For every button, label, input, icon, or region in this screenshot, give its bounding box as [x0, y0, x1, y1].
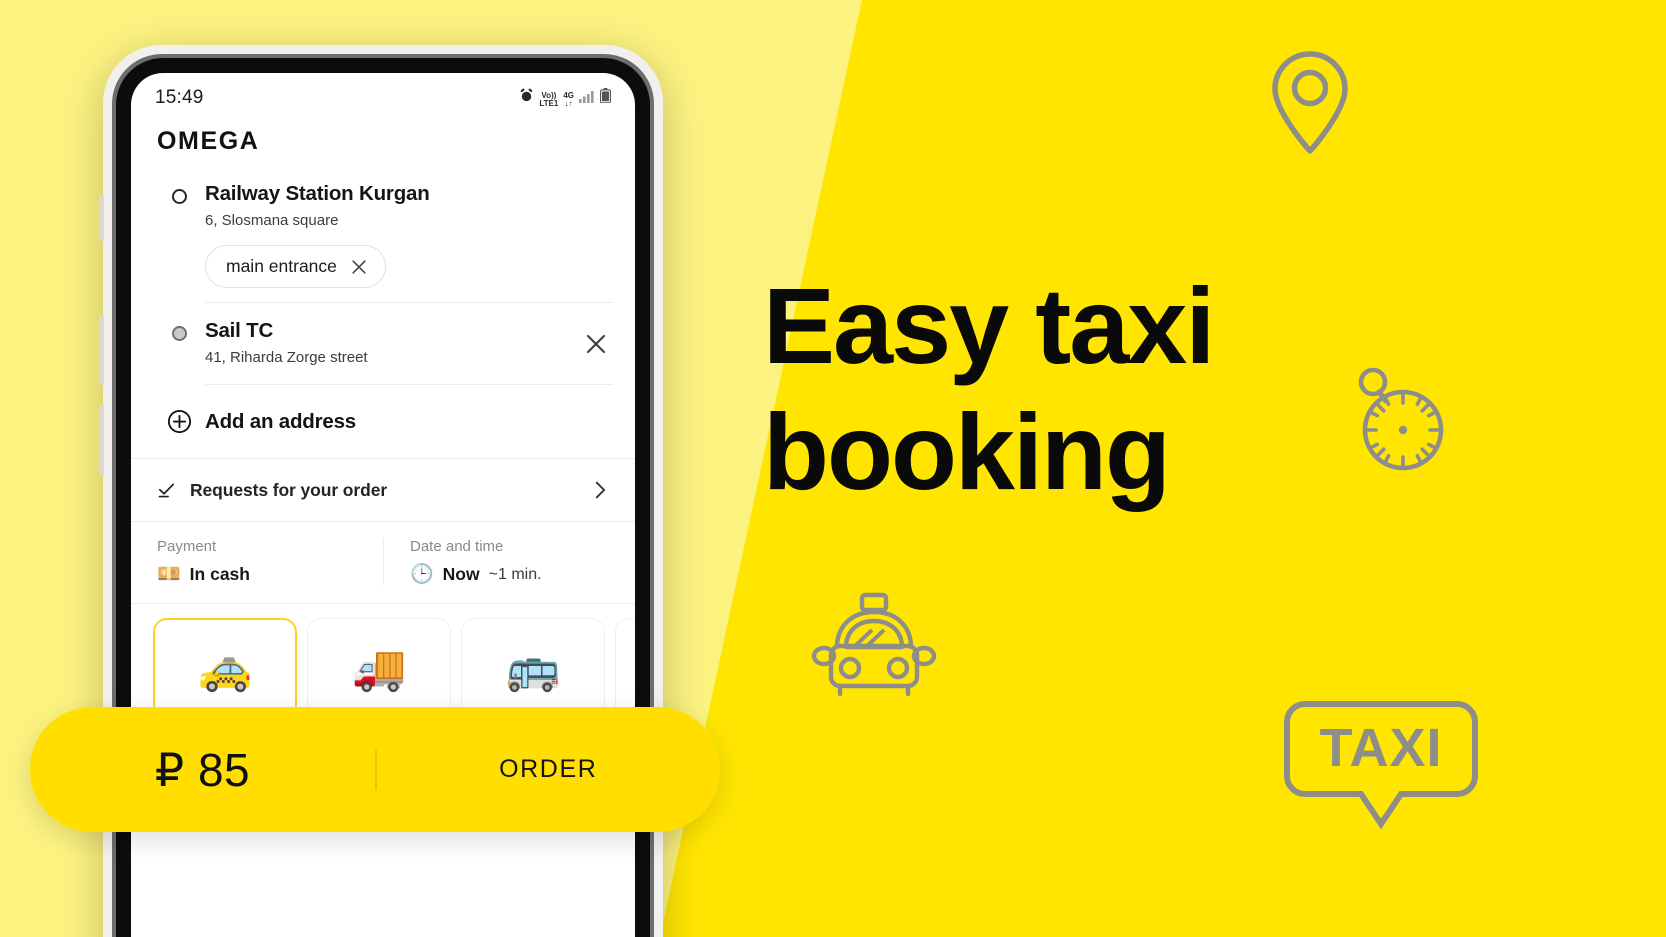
network-type-indicator: 4G ↓↑ — [563, 91, 574, 108]
datetime-cell[interactable]: Date and time 🕒 Now ~1 min. — [383, 538, 635, 585]
requests-label: Requests for your order — [190, 479, 388, 500]
chevron-right-icon[interactable] — [589, 479, 611, 501]
destination-subtitle: 41, Riharda Zorge street — [205, 349, 368, 366]
banknote-icon: 💴 — [157, 564, 181, 585]
phone-button-mute[interactable] — [99, 195, 104, 241]
phone-button-volume-up[interactable] — [99, 315, 104, 385]
address-row-destination[interactable]: Sail TC 41, Riharda Zorge street — [131, 303, 635, 366]
payment-value: In cash — [189, 564, 250, 584]
entrance-chip[interactable]: main entrance — [205, 245, 386, 288]
alarm-clock-icon — [519, 88, 534, 108]
datetime-value-row: 🕒 Now ~1 min. — [410, 564, 635, 585]
battery-icon — [599, 88, 612, 108]
vehicle-type-selector[interactable]: 🚕 🚚 🚌 👤 — [131, 603, 635, 718]
taxi-bubble-text: TAXI — [1320, 718, 1443, 778]
add-address-row[interactable]: Add an address — [131, 385, 635, 458]
taxi-car-icon: 🚕 — [197, 644, 253, 693]
taxi-speech-bubble-icon: TAXI — [1283, 700, 1479, 835]
order-price: ₽ 85 — [154, 743, 251, 796]
entrance-chip-wrap: main entrance — [131, 229, 635, 302]
payment-value-row: 💴 In cash — [157, 564, 383, 585]
promo-banner: 15:49 Vo)) LTE1 4G ↓↑ OMEGA Railway Stat… — [0, 0, 1666, 937]
status-icons: Vo)) LTE1 4G ↓↑ — [519, 88, 612, 108]
close-icon[interactable] — [351, 259, 367, 275]
datetime-eta: ~1 min. — [488, 565, 542, 583]
vehicle-card-taxi[interactable]: 🚕 — [153, 618, 297, 718]
order-button-bar[interactable]: ₽ 85 ORDER — [30, 707, 720, 832]
order-button-label[interactable]: ORDER — [377, 755, 721, 784]
app-brand-logo: OMEGA — [157, 127, 260, 155]
bus-icon: 🚌 — [505, 644, 561, 693]
datetime-value: Now — [442, 564, 480, 584]
clock-icon: 🕒 — [410, 564, 434, 585]
destination-address-body: Sail TC 41, Riharda Zorge street — [205, 319, 579, 366]
delivery-truck-icon: 🚚 — [351, 644, 407, 693]
note-check-icon — [157, 481, 176, 500]
datetime-label: Date and time — [410, 538, 504, 555]
vehicle-card-courier[interactable]: 👤 — [615, 618, 635, 718]
origin-address-body: Railway Station Kurgan 6, Slosmana squar… — [205, 182, 613, 229]
location-pin-icon — [1268, 50, 1352, 159]
address-row-origin[interactable]: Railway Station Kurgan 6, Slosmana squar… — [131, 166, 635, 229]
payment-label: Payment — [157, 538, 217, 555]
phone-button-volume-down[interactable] — [99, 405, 104, 475]
signal-bars-icon — [579, 90, 595, 108]
plus-circle-icon — [153, 409, 205, 434]
status-bar: 15:49 Vo)) LTE1 4G ↓↑ — [131, 73, 635, 113]
destination-marker-icon — [153, 319, 205, 366]
destination-title: Sail TC — [205, 319, 274, 342]
origin-marker-icon — [153, 182, 205, 229]
status-time: 15:49 — [155, 87, 204, 108]
payment-datetime-grid: Payment 💴 In cash Date and time 🕒 Now ~1… — [131, 522, 635, 601]
taxi-car-outline-icon — [810, 592, 938, 705]
headline-line-1: Easy taxi — [763, 265, 1215, 386]
requests-row[interactable]: Requests for your order — [131, 459, 635, 521]
clear-destination-icon[interactable] — [579, 319, 613, 366]
entrance-chip-label: main entrance — [226, 256, 337, 276]
add-address-label: Add an address — [205, 409, 356, 433]
stopwatch-icon — [1345, 362, 1453, 479]
origin-title: Railway Station Kurgan — [205, 182, 430, 205]
vehicle-card-truck[interactable]: 🚚 — [307, 618, 451, 718]
origin-subtitle: 6, Slosmana square — [205, 212, 339, 229]
volte-indicator: Vo)) LTE1 — [539, 91, 559, 108]
vehicle-card-bus[interactable]: 🚌 — [461, 618, 605, 718]
payment-cell[interactable]: Payment 💴 In cash — [131, 538, 383, 585]
